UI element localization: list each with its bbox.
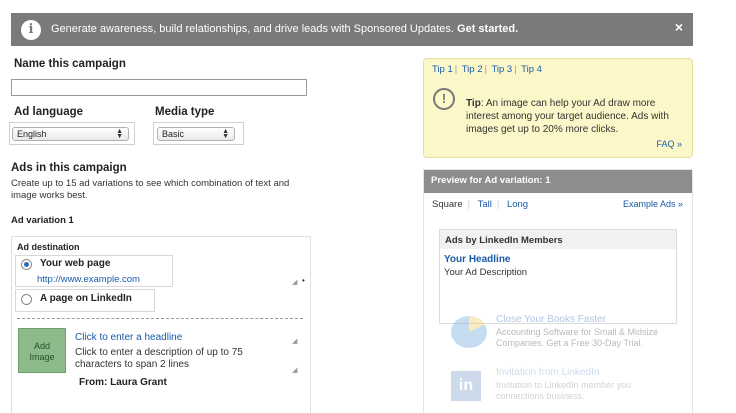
media-type-value: Basic (162, 129, 185, 139)
web-page-option-label: Your web page (40, 258, 111, 269)
headline-input[interactable]: Click to enter a headline (75, 332, 182, 343)
add-image-button[interactable]: Add Image (18, 328, 66, 373)
example-ads-link[interactable]: Example Ads » (623, 199, 683, 209)
ad-destination-label: Ad destination (17, 242, 80, 252)
banner-text: Generate awareness, build relationships,… (51, 23, 518, 35)
linkedin-page-option-label: A page on LinkedIn (40, 293, 132, 304)
ad-language-value: English (17, 129, 47, 139)
example-ad-2-line1: Invitation to LinkedIn member you (496, 380, 632, 390)
ad-language-select[interactable]: English ▲ ▼ (12, 127, 129, 141)
banner-get-started-link[interactable]: Get started. (457, 23, 518, 35)
ad-preview-card: Ads by LinkedIn Members Your Headline Yo… (439, 229, 677, 324)
tip-tabs: Tip 1 | Tip 2 | Tip 3 | Tip 4 (432, 64, 542, 75)
example-ad-2-line2: connections business. (496, 391, 585, 401)
linkedin-logo-icon: in (451, 371, 481, 401)
description-prompt-line1: Click to enter a description of up to 75 (75, 347, 243, 358)
media-type-select[interactable]: Basic ▲ ▼ (157, 127, 235, 141)
tip-label: Tip (466, 98, 481, 109)
resize-handle-icon[interactable]: ◢ (292, 278, 297, 286)
preview-headline: Your Headline (444, 254, 511, 265)
tab-tip-3[interactable]: Tip 3 (491, 64, 512, 75)
add-image-line1: Add (33, 341, 50, 351)
tab-square[interactable]: Square (432, 199, 463, 210)
add-image-line2: Image (29, 352, 55, 362)
select-arrows-icon: ▲ ▼ (222, 128, 229, 140)
tip-box: Tip 1 | Tip 2 | Tip 3 | Tip 4 ! Tip: An ima… (423, 58, 693, 158)
description-input[interactable]: Click to enter a description of up to 75… (75, 347, 243, 371)
preview-description: Your Ad Description (444, 267, 528, 278)
example-ad-2: in Invitation from LinkedIn Invitation t… (449, 365, 689, 405)
ads-section-title: Ads in this campaign (11, 162, 127, 174)
description-prompt-line2: characters to span 2 lines (75, 359, 189, 370)
example-ad-1: Close Your Books Faster Accounting Softw… (449, 314, 689, 354)
example-ad-1-line2: Companies. Get a Free 30-Day Trial. (496, 338, 644, 348)
linkedin-page-radio[interactable] (21, 294, 32, 305)
ads-section-description: Create up to 15 ad variations to see whi… (11, 178, 311, 202)
tab-tip-4[interactable]: Tip 4 (521, 64, 542, 75)
ads-description-line1: Create up to 15 ad variations to see whi… (11, 178, 290, 189)
example-ad-1-line1: Accounting Software for Small & Midsize (496, 327, 659, 337)
faq-link[interactable]: FAQ » (656, 139, 682, 149)
ad-from-line: From: Laura Grant (79, 377, 167, 388)
tab-long[interactable]: Long (507, 199, 528, 210)
example-ad-2-title: Invitation from LinkedIn (496, 367, 600, 378)
web-page-url[interactable]: http://www.example.com (37, 274, 140, 285)
preview-tabs: Square | Tall | Long (432, 199, 529, 210)
ad-card-title: Ads by LinkedIn Members (440, 230, 676, 249)
resize-handle-icon[interactable]: ◢ (292, 337, 297, 345)
preview-title: Preview for Ad variation: 1 (424, 170, 692, 193)
divider (17, 318, 303, 319)
tab-tall[interactable]: Tall (478, 199, 492, 210)
tab-tip-1[interactable]: Tip 1 (432, 64, 453, 75)
select-arrows-icon: ▲ ▼ (116, 128, 123, 140)
example-ad-1-text: Accounting Software for Small & Midsize … (496, 327, 658, 349)
campaign-name-label: Name this campaign (14, 58, 126, 70)
info-icon: i (21, 20, 41, 40)
example-ad-1-title: Close Your Books Faster (496, 314, 607, 325)
media-type-label: Media type (155, 106, 215, 118)
banner-message: Generate awareness, build relationships,… (51, 23, 454, 35)
ad-variation-label: Ad variation 1 (11, 215, 74, 226)
tip-text: Tip: An image can help your Ad draw more… (466, 97, 688, 136)
example-ad-2-text: Invitation to LinkedIn member you connec… (496, 380, 631, 402)
exclamation-icon: ! (433, 88, 455, 110)
tip-body: : An image can help your Ad draw more in… (466, 98, 669, 135)
pie-chart-icon (451, 316, 487, 348)
ads-description-line2: image works best. (11, 190, 88, 201)
promo-banner: i Generate awareness, build relationship… (11, 13, 693, 46)
close-icon[interactable]: × (675, 19, 683, 35)
tab-tip-2[interactable]: Tip 2 (462, 64, 483, 75)
web-page-radio[interactable] (21, 259, 32, 270)
campaign-name-input[interactable] (11, 79, 307, 96)
ad-language-label: Ad language (14, 106, 84, 118)
resize-handle-icon[interactable]: ◢ (292, 366, 297, 374)
bullet-dot-icon: • (302, 276, 305, 285)
